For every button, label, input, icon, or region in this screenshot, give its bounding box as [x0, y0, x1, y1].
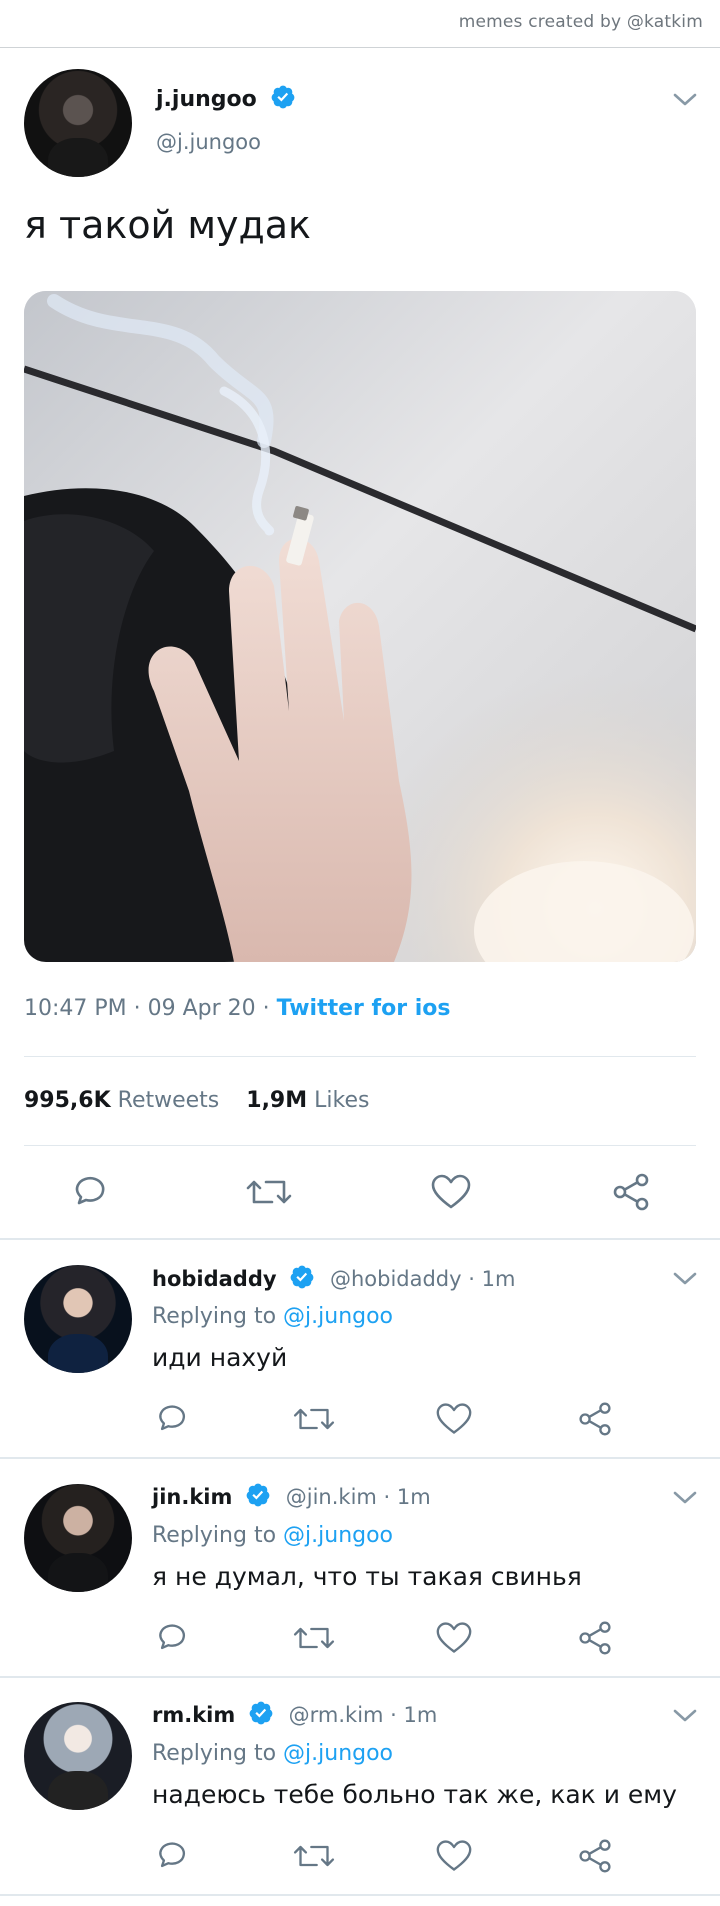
author-handle[interactable]: @j.jungoo [156, 130, 261, 154]
author-name-row[interactable]: j.jungoo [156, 84, 296, 112]
reply-text: надеюсь тебе больно так же, как и ему [152, 1780, 677, 1809]
replying-to-line: Replying to @j.jungoo [152, 1523, 393, 1548]
share-icon[interactable] [610, 1172, 652, 1212]
chevron-down-icon[interactable] [672, 92, 698, 108]
chevron-down-icon[interactable] [672, 1490, 698, 1506]
stats-divider-top [24, 1056, 696, 1057]
credit-watermark: memes created by @katkim [458, 12, 703, 32]
thread-divider-4 [0, 1894, 720, 1896]
reply-icon[interactable] [154, 1838, 190, 1874]
replying-to-handle[interactable]: @j.jungoo [283, 1741, 393, 1766]
reply-text: я не думал, что ты такая свинья [152, 1562, 582, 1591]
stats-divider-bottom [24, 1145, 696, 1146]
replying-to-line: Replying to @j.jungoo [152, 1304, 393, 1329]
retweets-label[interactable]: Retweets [118, 1088, 220, 1113]
reply-avatar-hobidaddy[interactable] [24, 1265, 132, 1373]
tweet-stats: 995,6K Retweets 1,9M Likes [24, 1088, 369, 1113]
retweet-icon[interactable] [293, 1838, 335, 1874]
reply-avatar-rmkim[interactable] [24, 1702, 132, 1810]
reply-author-name[interactable]: jin.kim [152, 1485, 232, 1509]
replying-to-label: Replying to [152, 1741, 277, 1766]
verified-badge-icon [290, 1265, 314, 1289]
reply-author-handle[interactable]: @jin.kim · 1m [286, 1485, 431, 1509]
like-icon[interactable] [435, 1620, 473, 1656]
replying-to-handle[interactable]: @j.jungoo [283, 1523, 393, 1548]
share-icon[interactable] [576, 1838, 614, 1874]
reply-header-2: jin.kim @jin.kim · 1m [152, 1482, 431, 1509]
chevron-down-icon[interactable] [672, 1708, 698, 1724]
thread-divider-1 [0, 1238, 720, 1240]
thread-divider-3 [0, 1676, 720, 1678]
tweet-timestamp: 10:47 PM · 09 Apr 20 · [24, 996, 277, 1021]
verified-badge-icon [249, 1701, 273, 1725]
reply-author-handle[interactable]: @rm.kim · 1m [289, 1703, 438, 1727]
tweet-client-link[interactable]: Twitter for ios [277, 996, 451, 1021]
like-icon[interactable] [435, 1838, 473, 1874]
reply-icon[interactable] [70, 1172, 110, 1212]
reply-author-name[interactable]: rm.kim [152, 1703, 235, 1727]
retweets-count[interactable]: 995,6K [24, 1088, 111, 1113]
retweet-icon[interactable] [246, 1172, 292, 1212]
likes-count[interactable]: 1,9M [246, 1088, 307, 1113]
tweet-meta: 10:47 PM · 09 Apr 20 · Twitter for ios [24, 996, 451, 1021]
likes-label[interactable]: Likes [314, 1088, 369, 1113]
reply-author-handle[interactable]: @hobidaddy · 1m [330, 1267, 515, 1291]
chevron-down-icon[interactable] [672, 1271, 698, 1287]
reply-text: иди нахуй [152, 1343, 288, 1372]
reply-header-1: hobidaddy @hobidaddy · 1m [152, 1264, 515, 1291]
retweet-icon[interactable] [293, 1620, 335, 1656]
reply-header-3: rm.kim @rm.kim · 1m [152, 1700, 437, 1727]
author-avatar[interactable] [24, 69, 132, 177]
thread-divider-2 [0, 1457, 720, 1459]
share-icon[interactable] [576, 1401, 614, 1437]
header-divider [0, 47, 720, 48]
replying-to-label: Replying to [152, 1304, 277, 1329]
like-icon[interactable] [435, 1401, 473, 1437]
reply-author-name[interactable]: hobidaddy [152, 1267, 277, 1291]
tweet-text: я такой мудак [24, 203, 312, 247]
tweet-photo-illustration [24, 291, 696, 962]
reply-avatar-jinkim[interactable] [24, 1484, 132, 1592]
share-icon[interactable] [576, 1620, 614, 1656]
retweet-icon[interactable] [293, 1401, 335, 1437]
reply-icon[interactable] [154, 1620, 190, 1656]
replying-to-line: Replying to @j.jungoo [152, 1741, 393, 1766]
verified-badge-icon [246, 1483, 270, 1507]
replying-to-handle[interactable]: @j.jungoo [283, 1304, 393, 1329]
author-name[interactable]: j.jungoo [156, 87, 257, 112]
reply-icon[interactable] [154, 1401, 190, 1437]
like-icon[interactable] [430, 1172, 472, 1212]
replying-to-label: Replying to [152, 1523, 277, 1548]
verified-badge-icon [272, 85, 295, 109]
tweet-photo[interactable] [24, 291, 696, 962]
